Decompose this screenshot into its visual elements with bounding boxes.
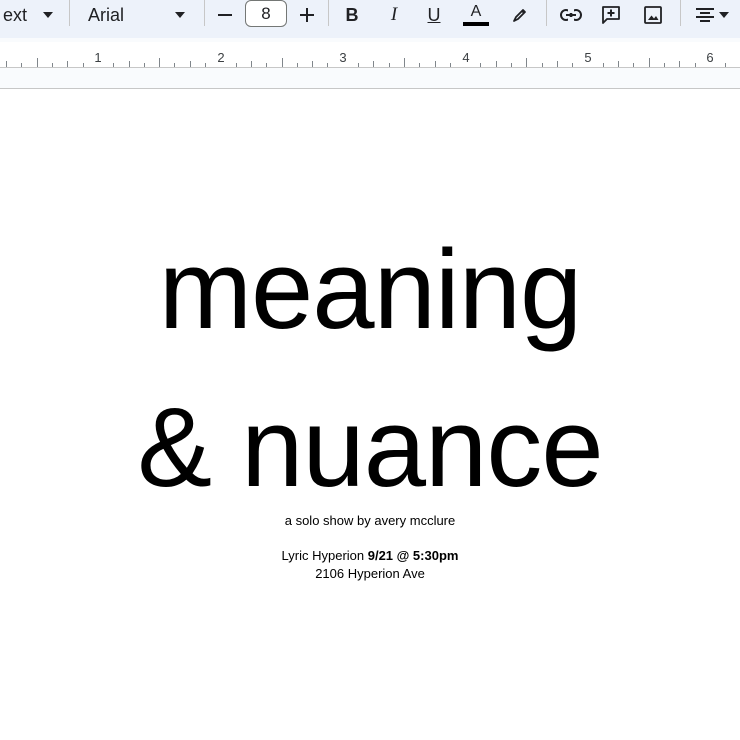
ruler-tick: [373, 61, 375, 67]
text-color-icon: A: [470, 3, 482, 20]
ruler-tick: [6, 61, 8, 67]
divider: [328, 0, 329, 26]
ruler-tick: [235, 63, 237, 67]
font-size-input[interactable]: 8: [245, 0, 287, 27]
ruler-tick: [358, 63, 359, 67]
ruler-tick: [495, 61, 497, 67]
ruler-tick: [327, 63, 329, 67]
divider: [69, 0, 70, 26]
paragraph-style-dropdown[interactable]: ext: [0, 0, 56, 30]
ruler-number: 2: [217, 50, 225, 65]
ruler-tick: [82, 63, 84, 67]
text-color-swatch: [463, 22, 489, 26]
ruler-tick: [281, 58, 283, 67]
ruler-tick: [526, 58, 528, 67]
ruler-tick: [511, 63, 512, 67]
ruler-tick: [388, 63, 390, 67]
ruler-number: 3: [339, 50, 347, 65]
ruler-tick: [602, 63, 604, 67]
subtitle-text: a solo show by avery mcclure: [284, 513, 456, 528]
ruler-tick: [618, 61, 620, 67]
ruler-tick: [480, 63, 482, 67]
address-text: 2106 Hyperion Ave: [315, 566, 425, 581]
ruler-tick: [556, 61, 558, 67]
align-center-icon: [696, 8, 714, 22]
ruler-tick: [648, 58, 650, 67]
italic-button[interactable]: I: [382, 0, 406, 30]
toolbar: ext Arial 8 B I U A: [0, 0, 740, 38]
ruler-number: 5: [584, 50, 592, 65]
plus-icon: [300, 8, 314, 22]
bold-icon: B: [345, 4, 359, 25]
ruler-tick: [266, 63, 268, 67]
ruler-tick: [143, 63, 145, 67]
ruler-tick: [205, 63, 206, 67]
highlight-color-button[interactable]: [508, 0, 532, 30]
underline-icon: U: [427, 4, 441, 25]
ruler-number: 4: [462, 50, 470, 65]
title-line-2: & nuance: [137, 385, 603, 510]
ruler-tick: [128, 61, 130, 67]
ruler-tick: [434, 61, 436, 67]
chevron-down-icon: [175, 12, 185, 18]
ruler-tick: [52, 63, 53, 67]
ruler-tick: [633, 63, 635, 67]
divider: [680, 0, 681, 26]
increase-font-size-button[interactable]: [296, 0, 318, 30]
horizontal-ruler[interactable]: 1 2 3 4 5 6: [0, 42, 740, 68]
add-comment-icon: [602, 6, 620, 24]
chevron-down-icon: [719, 12, 729, 18]
decrease-font-size-button[interactable]: [214, 0, 236, 30]
show-datetime: 9/21 @ 5:30pm: [367, 548, 459, 563]
ruler-tick: [189, 61, 191, 67]
ruler-tick: [159, 58, 161, 67]
link-icon: [560, 9, 582, 21]
ruler-tick: [572, 63, 574, 67]
ruler-tick: [174, 63, 176, 67]
text-color-button[interactable]: A: [462, 0, 490, 30]
ruler-tick: [312, 61, 314, 67]
insert-link-button[interactable]: [558, 0, 584, 30]
ruler-tick: [725, 63, 727, 67]
highlighter-icon: [513, 9, 526, 22]
ruler-tick: [36, 58, 38, 67]
ruler-tick: [664, 63, 665, 67]
image-icon: [644, 6, 662, 24]
ruler-area: 1 2 3 4 5 6: [0, 38, 740, 89]
ruler-tick: [449, 63, 451, 67]
ruler-number: 1: [94, 50, 102, 65]
document-page[interactable]: meaning & nuance a solo show by avery mc…: [0, 89, 740, 740]
font-family-label: Arial: [88, 4, 125, 25]
ruler-tick: [403, 58, 405, 67]
add-comment-button[interactable]: [598, 0, 624, 30]
ruler-tick: [419, 63, 421, 67]
font-family-dropdown[interactable]: Arial: [88, 0, 188, 30]
minus-icon: [218, 14, 232, 16]
divider: [204, 0, 205, 26]
italic-icon: I: [390, 4, 398, 25]
ruler-tick: [694, 63, 696, 67]
chevron-down-icon: [43, 12, 53, 18]
ruler-tick: [21, 63, 23, 67]
ruler-tick: [250, 61, 252, 67]
align-dropdown[interactable]: [690, 0, 734, 30]
divider: [546, 0, 547, 26]
paragraph-style-label: ext: [2, 4, 27, 25]
ruler-tick: [113, 63, 115, 67]
ruler-tick: [67, 61, 69, 67]
insert-image-button[interactable]: [640, 0, 666, 30]
underline-button[interactable]: U: [422, 0, 446, 30]
ruler-tick: [541, 63, 543, 67]
ruler-number: 6: [706, 50, 714, 65]
venue-name: Lyric Hyperion: [281, 548, 368, 563]
bold-button[interactable]: B: [340, 0, 364, 30]
venue-line: Lyric Hyperion 9/21 @ 5:30pm: [0, 548, 740, 563]
title-line-1: meaning: [158, 227, 583, 352]
ruler-tick: [679, 61, 681, 67]
ruler-tick: [296, 63, 298, 67]
